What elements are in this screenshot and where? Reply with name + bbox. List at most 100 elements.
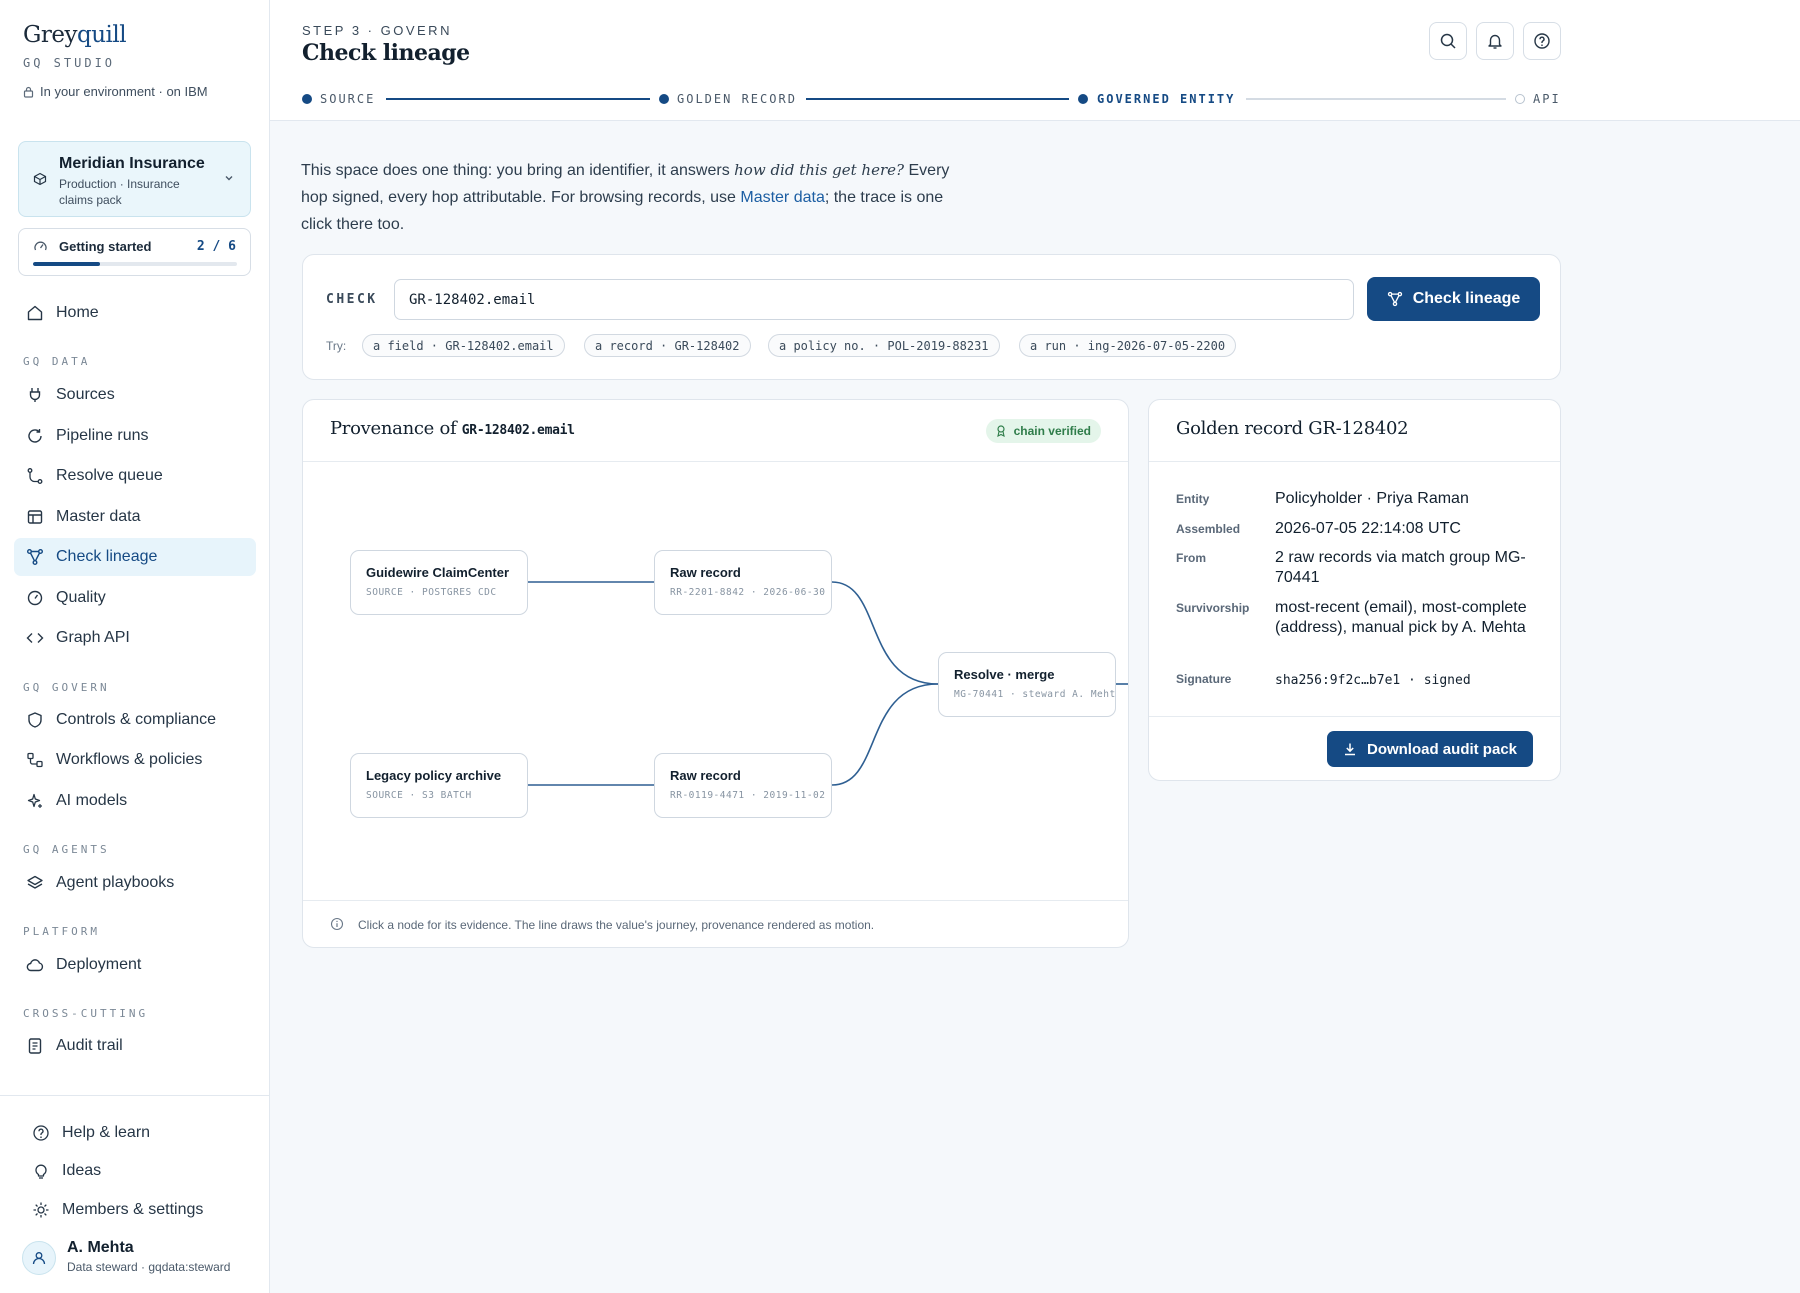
user-role: Data steward · gqdata:steward bbox=[67, 1260, 231, 1274]
ideas-link[interactable]: Ideas bbox=[32, 1156, 101, 1186]
status-badge: chain verified bbox=[985, 419, 1101, 443]
help-button[interactable] bbox=[1523, 22, 1561, 60]
nav-label: Graph API bbox=[56, 629, 130, 646]
lineage-node-source[interactable]: Legacy policy archive SOURCE · S3 BATCH bbox=[350, 753, 528, 818]
shield-icon bbox=[28, 712, 42, 728]
progress-stepper: SOURCE GOLDEN RECORD GOVERNED ENTITY API bbox=[302, 89, 1560, 109]
lineage-node-source[interactable]: Guidewire ClaimCenter SOURCE · POSTGRES … bbox=[350, 550, 528, 615]
field-key: Signature bbox=[1176, 672, 1232, 686]
nav-graph-api[interactable]: Graph API bbox=[14, 619, 256, 657]
stepper-line bbox=[1246, 98, 1506, 100]
bulb-icon bbox=[35, 1164, 47, 1179]
stepper-step-governed-entity[interactable]: GOVERNED ENTITY bbox=[1097, 92, 1235, 106]
nav-sources[interactable]: Sources bbox=[14, 376, 256, 414]
brand-logo[interactable]: Greyquill bbox=[23, 22, 127, 48]
workspace-switcher[interactable]: Meridian Insurance Production · Insuranc… bbox=[18, 141, 251, 217]
nav-label: Resolve queue bbox=[56, 467, 163, 484]
environment-indicator: In your environment · on IBM bbox=[23, 84, 208, 99]
bell-icon bbox=[1488, 34, 1502, 49]
node-title: Legacy policy archive bbox=[366, 768, 502, 783]
lineage-node-raw-record[interactable]: Raw record RR-0119-4471 · 2019-11-02 bbox=[654, 753, 832, 818]
nav-label: Audit trail bbox=[56, 1037, 123, 1054]
stepper-dot-golden-record bbox=[659, 94, 669, 104]
golden-record-card: Golden record GR-128402 Entity Policyhol… bbox=[1148, 399, 1561, 781]
node-subtitle: MG-70441 · steward A. Mehta bbox=[954, 689, 1116, 700]
nav-section-gq-data: GQ DATA bbox=[23, 355, 91, 368]
nav-label: AI models bbox=[56, 792, 128, 809]
stepper-step-source[interactable]: SOURCE bbox=[320, 92, 375, 106]
download-icon bbox=[1344, 743, 1355, 756]
avatar[interactable] bbox=[22, 1241, 56, 1275]
nav-label: Workflows & policies bbox=[56, 751, 203, 768]
lineage-edge bbox=[831, 581, 939, 685]
provenance-header: Provenance of GR-128402.email chain veri… bbox=[303, 400, 1128, 462]
workflow-icon bbox=[27, 752, 43, 768]
notifications-button[interactable] bbox=[1476, 22, 1514, 60]
search-icon bbox=[1440, 33, 1456, 49]
lineage-node-raw-record[interactable]: Raw record RR-2201-8842 · 2026-06-30 bbox=[654, 550, 832, 615]
nav-controls-compliance[interactable]: Controls & compliance bbox=[14, 701, 256, 739]
check-lineage-button[interactable]: Check lineage bbox=[1367, 277, 1540, 321]
stepper-step-api[interactable]: API bbox=[1533, 92, 1561, 106]
nav-home[interactable]: Home bbox=[14, 294, 256, 332]
stepper-line bbox=[386, 98, 650, 100]
field-key: Survivorship bbox=[1176, 601, 1250, 615]
help-icon bbox=[1534, 33, 1550, 49]
stepper-step-golden-record[interactable]: GOLDEN RECORD bbox=[677, 92, 797, 106]
nav-deployment[interactable]: Deployment bbox=[14, 946, 256, 984]
lock-icon bbox=[23, 86, 34, 98]
ribbon-icon bbox=[996, 425, 1005, 437]
members-settings-link[interactable]: Members & settings bbox=[32, 1195, 203, 1225]
nav-master-data[interactable]: Master data bbox=[14, 498, 256, 536]
nav-label: Deployment bbox=[56, 956, 142, 973]
progress-fill bbox=[33, 262, 101, 266]
nav-section-cross-cutting: CROSS-CUTTING bbox=[23, 1007, 149, 1020]
provenance-card: Provenance of GR-128402.email chain veri… bbox=[302, 399, 1129, 948]
suggestion-chip[interactable]: a record · GR-128402 bbox=[584, 334, 751, 357]
nav-agent-playbooks[interactable]: Agent playbooks bbox=[14, 864, 256, 902]
golden-record-title: Golden record GR-128402 bbox=[1176, 418, 1409, 439]
nav-audit-trail[interactable]: Audit trail bbox=[14, 1027, 256, 1065]
nav-label: Controls & compliance bbox=[56, 711, 217, 728]
step-label: STEP 3 · GOVERN bbox=[302, 23, 452, 38]
nav-section-gq-govern: GQ GOVERN bbox=[23, 681, 110, 694]
field-value: 2026-07-05 22:14:08 UTC bbox=[1275, 520, 1461, 537]
golden-record-header: Golden record GR-128402 bbox=[1149, 400, 1560, 462]
nav-label: Home bbox=[56, 304, 99, 321]
lineage-edge bbox=[831, 683, 939, 786]
stepper-dot-governed-entity bbox=[1078, 94, 1088, 104]
suggestion-chip[interactable]: a field · GR-128402.email bbox=[362, 334, 565, 357]
nav-ai-models[interactable]: AI models bbox=[14, 782, 256, 820]
sparkle-icon bbox=[27, 793, 42, 808]
intro-part: This space does one thing: you bring an … bbox=[301, 162, 735, 179]
nav-quality[interactable]: Quality bbox=[14, 579, 256, 617]
sidebar: Greyquill GQ STUDIO In your environment … bbox=[0, 0, 270, 1293]
field-value: 2 raw records via match group MG-70441 bbox=[1275, 549, 1526, 586]
nav-resolve-queue[interactable]: Resolve queue bbox=[14, 457, 256, 495]
download-audit-pack-button[interactable]: Download audit pack bbox=[1326, 731, 1533, 767]
suggestion-chip[interactable]: a run · ing-2026-07-05-2200 bbox=[1019, 334, 1237, 357]
master-data-link[interactable]: Master data bbox=[740, 189, 824, 206]
getting-started-card[interactable]: Getting started 2 / 6 bbox=[18, 228, 251, 276]
stepper-line bbox=[806, 98, 1069, 100]
nav-label: Agent playbooks bbox=[56, 874, 175, 891]
workspace-name: Meridian Insurance bbox=[59, 155, 205, 172]
check-button-label: Check lineage bbox=[1412, 290, 1521, 307]
nav-pipeline-runs[interactable]: Pipeline runs bbox=[14, 417, 256, 455]
intro-text: This space does one thing: you bring an … bbox=[301, 157, 961, 238]
nav-workflows-policies[interactable]: Workflows & policies bbox=[14, 741, 256, 779]
identifier-input[interactable] bbox=[394, 279, 1354, 320]
nav-check-lineage[interactable]: Check lineage bbox=[14, 538, 256, 576]
document-icon bbox=[28, 1038, 42, 1054]
page-header: STEP 3 · GOVERN Check lineage SOURCE GOL… bbox=[270, 0, 1800, 121]
gear-icon bbox=[33, 1202, 49, 1218]
lineage-node-merge[interactable]: Resolve · merge MG-70441 · steward A. Me… bbox=[938, 652, 1116, 717]
intro-question: how did this get here? bbox=[734, 161, 905, 179]
help-learn-link[interactable]: Help & learn bbox=[32, 1118, 150, 1148]
members-label: Members & settings bbox=[62, 1201, 204, 1218]
search-button[interactable] bbox=[1429, 22, 1467, 60]
page-title: Check lineage bbox=[302, 40, 470, 66]
status-badge-label: chain verified bbox=[1013, 424, 1091, 438]
branch-icon bbox=[27, 468, 43, 484]
suggestion-chip[interactable]: a policy no. · POL-2019-88231 bbox=[768, 334, 1000, 357]
